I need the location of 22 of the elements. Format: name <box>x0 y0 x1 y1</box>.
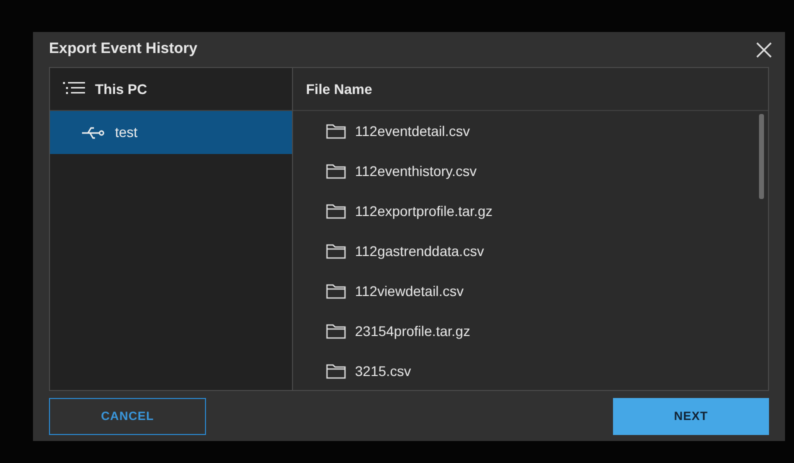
list-icon <box>63 81 85 97</box>
file-row[interactable]: 112gastrenddata.csv <box>293 231 768 271</box>
close-icon <box>755 40 773 58</box>
folder-icon <box>326 284 346 298</box>
next-button[interactable]: NEXT <box>613 398 769 434</box>
folder-icon <box>326 324 346 338</box>
file-row[interactable]: 112eventhistory.csv <box>293 151 768 191</box>
file-row[interactable]: 112eventdetail.csv <box>293 111 768 151</box>
folder-icon <box>326 364 346 378</box>
folder-icon <box>326 124 346 138</box>
cancel-button[interactable]: CANCEL <box>49 398 206 434</box>
dialog-title: Export Event History <box>49 39 198 60</box>
drive-item[interactable]: test <box>50 111 292 154</box>
file-row[interactable]: 112viewdetail.csv <box>293 271 768 311</box>
usb-icon <box>81 126 105 140</box>
file-row[interactable]: 112exportprofile.tar.gz <box>293 191 768 231</box>
folder-icon <box>326 244 346 258</box>
scrollbar-thumb[interactable] <box>759 114 764 199</box>
file-row[interactable]: 23154profile.tar.gz <box>293 311 768 351</box>
folder-icon <box>326 204 346 218</box>
file-row[interactable]: 3215.csv <box>293 351 768 390</box>
folder-icon <box>326 164 346 178</box>
